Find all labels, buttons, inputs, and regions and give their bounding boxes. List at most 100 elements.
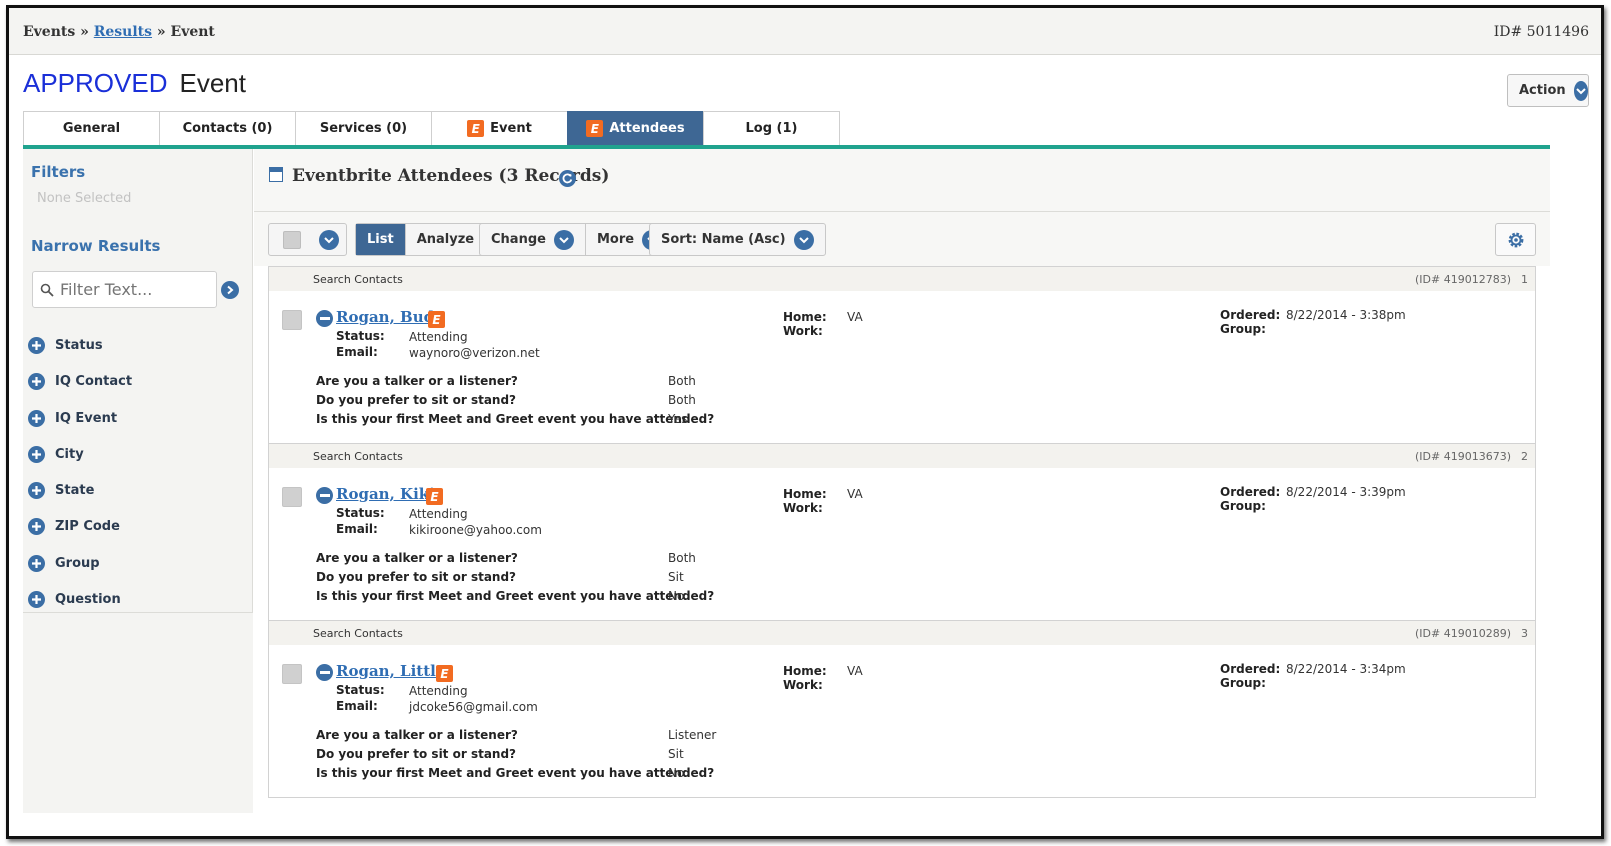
search-contacts-link[interactable]: Search Contacts [313,450,403,463]
select-all-dropdown[interactable] [269,224,347,255]
select-all-checkbox[interactable] [283,230,301,249]
records-list: Search Contacts (ID# 419012783) 1 Rogan,… [268,266,1536,798]
filter-text-box [32,271,217,308]
home-value: VA [847,310,863,324]
answer-1: Both [668,551,696,565]
answer-3: Yes [668,412,688,426]
narrow-question[interactable]: Question [28,591,121,608]
email-label: Email: [336,345,378,359]
ordered-value: 8/22/2014 - 3:39pm [1286,485,1406,499]
record-checkbox[interactable] [282,664,302,684]
narrow-status[interactable]: Status [28,337,103,354]
group-label: Group: [1220,676,1266,690]
attendee-name-link[interactable]: Rogan, Bud [336,308,434,326]
refresh-button[interactable] [559,170,576,187]
sort-button[interactable]: Sort: Name (Asc) [650,224,825,255]
collapse-icon[interactable] [316,664,333,681]
answer-3: No [668,766,685,780]
breadcrumb-results-link[interactable]: Results [94,24,152,40]
analyze-view-button[interactable]: Analyze [404,224,485,255]
record-id: (ID# 419013673) [1415,450,1511,463]
action-button[interactable]: Action [1507,74,1589,107]
record-checkbox[interactable] [282,310,302,330]
status-value: Attending [409,684,468,698]
tab-attendees[interactable]: E Attendees [567,111,704,145]
collapse-icon[interactable] [316,487,333,504]
answer-1: Both [668,374,696,388]
list-view-button[interactable]: List [356,224,405,255]
question-1: Are you a talker or a listener? [316,374,518,388]
change-button[interactable]: Change [480,224,585,255]
record-number: 3 [1521,627,1528,640]
status-label: Status: [336,683,385,697]
record-number: 2 [1521,450,1528,463]
breadcrumb-events: Events [23,24,76,40]
approved-status: APPROVED [23,68,168,98]
tab-contacts[interactable]: Contacts (0) [159,111,296,145]
eventbrite-icon: E [428,311,445,328]
attendee-name-link[interactable]: Rogan, Kiki [336,485,435,503]
chevron-down-icon [793,229,814,250]
main-header: Eventbrite Attendees (3 Records) [254,149,1550,212]
breadcrumb-event: Event [170,24,215,40]
question-3: Is this your first Meet and Greet event … [316,589,715,603]
sort-group: Sort: Name (Asc) [649,223,826,256]
answer-2: Sit [668,747,684,761]
question-1: Are you a talker or a listener? [316,551,518,565]
tab-event[interactable]: E Event [431,111,568,145]
top-bar: Events » Results » Event ID# 5011496 [9,8,1601,55]
refresh-icon [562,173,573,184]
status-value: Attending [409,507,468,521]
filter-text-input[interactable] [60,280,210,299]
plus-icon [28,446,45,463]
list-item: Search Contacts (ID# 419013673) 2 Rogan,… [269,444,1535,621]
collapse-icon[interactable] [316,310,333,327]
narrow-state[interactable]: State [28,482,94,499]
record-id: (ID# 419010289) [1415,627,1511,640]
narrow-iq-event[interactable]: IQ Event [28,410,117,427]
tab-general[interactable]: General [23,111,160,145]
question-3: Is this your first Meet and Greet event … [316,412,715,426]
settings-button[interactable] [1495,223,1536,256]
plus-icon [28,555,45,572]
filter-go-button[interactable] [221,281,239,299]
plus-icon [28,482,45,499]
view-group: List Analyze [355,223,487,256]
tab-log[interactable]: Log (1) [703,111,840,145]
main-panel: Eventbrite Attendees (3 Records) List An… [254,149,1550,809]
work-label: Work: [783,678,823,692]
breadcrumb: Events » Results » Event [23,24,215,40]
plus-icon [28,518,45,535]
attendee-name-link[interactable]: Rogan, Little [336,662,445,680]
record-strip: Search Contacts (ID# 419013673) 2 [269,444,1535,468]
record-strip: Search Contacts (ID# 419012783) 1 [269,267,1535,291]
search-contacts-link[interactable]: Search Contacts [313,627,403,640]
narrow-group[interactable]: Group [28,555,100,572]
chevron-down-icon [319,229,339,250]
email-label: Email: [336,522,378,536]
chevron-right-icon [227,285,234,295]
record-strip: Search Contacts (ID# 419010289) 3 [269,621,1535,645]
narrow-zip-code[interactable]: ZIP Code [28,518,120,535]
narrow-city[interactable]: City [28,446,84,463]
answer-1: Listener [668,728,717,742]
record-checkbox[interactable] [282,487,302,507]
answer-3: No [668,589,685,603]
email-label: Email: [336,699,378,713]
question-2: Do you prefer to sit or stand? [316,747,517,761]
tab-services[interactable]: Services (0) [295,111,432,145]
plus-icon [28,591,45,608]
filters-heading: Filters [31,163,86,181]
search-contacts-link[interactable]: Search Contacts [313,273,403,286]
eventbrite-icon: E [586,120,604,137]
eventbrite-icon: E [436,665,453,682]
home-label: Home: [783,664,827,678]
ordered-label: Ordered: [1220,308,1281,322]
sidebar: Filters None Selected Narrow Results Sta… [23,149,253,613]
filters-none: None Selected [37,191,132,206]
status-label: Status: [336,506,385,520]
status-value: Attending [409,330,468,344]
question-1: Are you a talker or a listener? [316,728,518,742]
eventbrite-icon: E [467,120,485,137]
narrow-iq-contact[interactable]: IQ Contact [28,373,132,390]
